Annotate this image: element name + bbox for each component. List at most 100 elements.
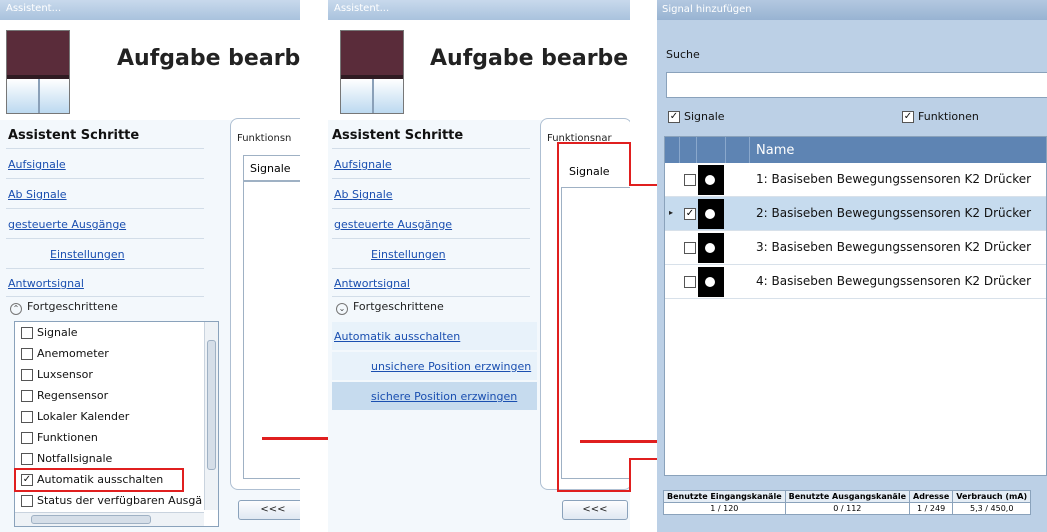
grid-header: Name bbox=[665, 137, 1046, 163]
sensor-icon bbox=[698, 165, 724, 195]
list-item[interactable]: Status der verfügbaren Ausgä bbox=[21, 494, 202, 512]
checkbox-checked[interactable]: ✓ bbox=[668, 111, 680, 123]
back-button[interactable]: <<< bbox=[238, 500, 300, 520]
chevron-up-icon: ⌃ bbox=[10, 303, 22, 315]
step-link-ab-signale[interactable]: Ab Signale bbox=[8, 188, 67, 201]
tab-signale[interactable]: Signale bbox=[561, 161, 630, 187]
list-item[interactable]: Lokaler Kalender bbox=[21, 410, 129, 428]
divider bbox=[332, 178, 530, 179]
roller-shade-icon bbox=[6, 30, 70, 114]
highlight-line-connector-lower bbox=[629, 458, 659, 460]
adv-link-sichere-position[interactable]: sichere Position erzwingen bbox=[371, 390, 517, 403]
search-label: Suche bbox=[666, 48, 700, 61]
checkbox[interactable] bbox=[21, 348, 33, 360]
functions-label: Funktionsn bbox=[237, 133, 292, 144]
list-item[interactable]: Regensensor bbox=[21, 389, 108, 407]
vertical-scrollbar[interactable] bbox=[204, 322, 218, 510]
highlight-box bbox=[14, 468, 184, 492]
row-checkbox[interactable] bbox=[684, 174, 696, 186]
divider bbox=[6, 238, 204, 239]
list-item[interactable]: Signale bbox=[21, 326, 78, 344]
highlight-line-right-lower bbox=[629, 458, 631, 492]
search-input[interactable] bbox=[666, 72, 1047, 98]
tab-signale[interactable]: Signale bbox=[243, 155, 300, 181]
footer-header: Adresse bbox=[908, 490, 954, 503]
divider bbox=[332, 238, 530, 239]
filter-signals[interactable]: ✓ Signale bbox=[668, 110, 725, 123]
footer-value: 0 / 112 bbox=[784, 502, 911, 515]
chevron-down-icon: ⌄ bbox=[336, 303, 348, 315]
scroll-thumb[interactable] bbox=[31, 515, 151, 524]
functions-panel: Funktionsnar Signale bbox=[540, 118, 630, 490]
step-link-ab-signale[interactable]: Ab Signale bbox=[334, 188, 393, 201]
checkbox-checked[interactable]: ✓ bbox=[902, 111, 914, 123]
divider bbox=[332, 296, 530, 297]
divider bbox=[332, 148, 530, 149]
step-link-antwortsignal[interactable]: Antwortsignal bbox=[334, 277, 410, 290]
column-header-name[interactable]: Name bbox=[756, 143, 794, 158]
row-pointer-icon: ▸ bbox=[669, 208, 674, 217]
adv-link-unsichere-position[interactable]: unsichere Position erzwingen bbox=[371, 360, 531, 373]
page-title: Aufgabe bearbeiten bbox=[117, 46, 300, 71]
highlight-line-right bbox=[629, 142, 631, 186]
sensor-icon bbox=[698, 267, 724, 297]
divider bbox=[6, 296, 204, 297]
table-row[interactable]: 1: Basiseben Bewegungssensoren K2 Drücke… bbox=[665, 163, 1046, 197]
divider bbox=[332, 208, 530, 209]
step-link-gesteuerte-ausgaenge[interactable]: gesteuerte Ausgänge bbox=[8, 218, 126, 231]
row-checkbox[interactable] bbox=[684, 242, 696, 254]
footer-header: Benutzte Ausgangskanäle bbox=[784, 490, 911, 503]
step-link-gesteuerte-ausgaenge[interactable]: gesteuerte Ausgänge bbox=[334, 218, 452, 231]
checkbox[interactable] bbox=[21, 390, 33, 402]
page-title: Aufgabe bearbeiten bbox=[430, 46, 630, 71]
checkbox[interactable] bbox=[21, 453, 33, 465]
signals-grid: Name 1: Basiseben Bewegungssensoren K2 D… bbox=[664, 136, 1047, 476]
back-button[interactable]: <<< bbox=[562, 500, 628, 520]
step-link-einstellungen[interactable]: Einstellungen bbox=[50, 248, 125, 261]
footer-header: Verbrauch (mA) bbox=[952, 490, 1032, 503]
scroll-thumb[interactable] bbox=[207, 340, 216, 470]
signals-area bbox=[561, 187, 630, 479]
divider bbox=[6, 208, 204, 209]
steps-title: Assistent Schritte bbox=[8, 128, 140, 143]
steps-title: Assistent Schritte bbox=[332, 128, 464, 143]
divider bbox=[6, 268, 204, 269]
table-row[interactable]: 3: Basiseben Bewegungssensoren K2 Drücke… bbox=[665, 231, 1046, 265]
row-checkbox-checked[interactable]: ✓ bbox=[684, 208, 696, 220]
step-link-einstellungen[interactable]: Einstellungen bbox=[371, 248, 446, 261]
add-signal-dialog: Signal hinzufügen Suche ✓ Signale ✓ Funkti… bbox=[657, 0, 1047, 532]
table-row[interactable]: 4: Basiseben Bewegungssensoren K2 Drücke… bbox=[665, 265, 1046, 299]
advanced-label: Fortgeschrittene bbox=[353, 300, 444, 313]
table-row-selected[interactable]: ▸ ✓ 2: Basiseben Bewegungssensoren K2 Dr… bbox=[665, 197, 1046, 231]
footer-value: 1 / 120 bbox=[663, 502, 786, 515]
checkbox[interactable] bbox=[21, 411, 33, 423]
list-item[interactable]: Funktionen bbox=[21, 431, 98, 449]
adv-link-automatik-ausschalten[interactable]: Automatik ausschalten bbox=[334, 330, 460, 343]
divider bbox=[6, 148, 204, 149]
row-checkbox[interactable] bbox=[684, 276, 696, 288]
window-title: Assistent... bbox=[0, 0, 300, 20]
highlight-line-bottom bbox=[557, 490, 631, 492]
checkbox[interactable] bbox=[21, 327, 33, 339]
footer-value: 1 / 249 bbox=[908, 502, 954, 515]
step-link-antwortsignal[interactable]: Antwortsignal bbox=[8, 277, 84, 290]
functions-panel: Funktionsn Signale bbox=[230, 118, 300, 490]
footer-value: 5,3 / 450,0 bbox=[952, 502, 1032, 515]
checkbox[interactable] bbox=[21, 432, 33, 444]
list-item[interactable]: Anemometer bbox=[21, 347, 109, 365]
filter-functions[interactable]: ✓ Funktionen bbox=[902, 110, 979, 123]
step-link-aufsignale[interactable]: Aufsignale bbox=[8, 158, 66, 171]
checkbox[interactable] bbox=[21, 369, 33, 381]
horizontal-scrollbar[interactable] bbox=[15, 512, 204, 526]
step-link-aufsignale[interactable]: Aufsignale bbox=[334, 158, 392, 171]
advanced-toggle[interactable]: ⌄ Fortgeschrittene bbox=[332, 300, 537, 320]
advanced-toggle[interactable]: ⌃ Fortgeschrittene bbox=[6, 300, 216, 320]
checkbox[interactable] bbox=[21, 495, 33, 507]
usage-footer: Benutzte Eingangskanäle Benutzte Ausgang… bbox=[663, 490, 1032, 515]
advanced-options-list[interactable]: Signale Anemometer Luxsensor Regensensor… bbox=[14, 321, 219, 527]
divider bbox=[6, 178, 204, 179]
highlight-line-left bbox=[557, 142, 559, 492]
list-item[interactable]: Luxsensor bbox=[21, 368, 93, 386]
sensor-icon bbox=[698, 233, 724, 263]
highlight-line-top bbox=[557, 142, 631, 144]
